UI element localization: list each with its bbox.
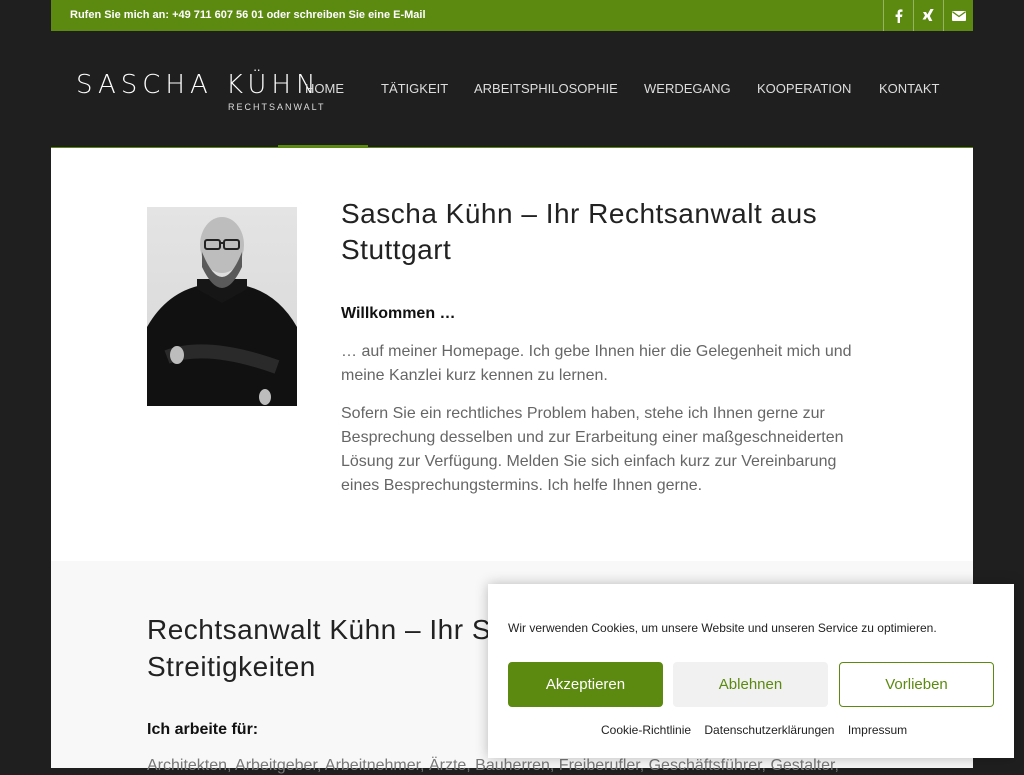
intro-paragraph-1: … auf meiner Homepage. Ich gebe Ihnen hi… [341, 343, 852, 384]
cookie-message: Wir verwenden Cookies, um unsere Website… [508, 621, 937, 635]
site-logo[interactable]: SASCHA KÜHN RECHTSANWALT [76, 70, 324, 112]
site-header: SASCHA KÜHN RECHTSANWALT HOME TÄTIGKEIT … [51, 31, 973, 148]
page-title: Sascha Kühn – Ihr Rechtsanwalt aus Stutt… [341, 198, 818, 265]
social-links [883, 0, 973, 31]
cookie-policy-link[interactable]: Cookie-Richtlinie [601, 723, 691, 737]
nav-item-werdegang[interactable]: WERDEGANG [644, 81, 731, 96]
facebook-icon[interactable] [883, 0, 913, 31]
xing-icon[interactable] [913, 0, 943, 31]
imprint-link[interactable]: Impressum [848, 723, 907, 737]
nav-item-kooperation[interactable]: KOOPERATION [757, 81, 851, 96]
deny-cookies-button[interactable]: Ablehnen [673, 662, 828, 707]
welcome-heading: Willkommen … [341, 305, 456, 322]
logo-subtitle: RECHTSANWALT [228, 102, 326, 112]
cookie-links: Cookie-Richtlinie Datenschutzerklärungen… [601, 723, 917, 737]
logo-name: SASCHA KÜHN [76, 70, 321, 100]
nav-item-arbeitsphilosophie[interactable]: ARBEITSPHILOSOPHIE [474, 81, 618, 96]
mail-icon[interactable] [943, 0, 973, 31]
contact-info[interactable]: Rufen Sie mich an: +49 711 607 56 01 ode… [70, 9, 426, 21]
nav-item-kontakt[interactable]: KONTAKT [879, 81, 939, 96]
nav-item-home[interactable]: HOME [305, 81, 344, 96]
cookie-banner: Wir verwenden Cookies, um unsere Website… [488, 584, 1014, 758]
top-bar: Rufen Sie mich an: +49 711 607 56 01 ode… [51, 0, 973, 31]
intro-section: Sascha Kühn – Ihr Rechtsanwalt aus Stutt… [51, 148, 973, 561]
accept-cookies-button[interactable]: Akzeptieren [508, 662, 663, 707]
privacy-policy-link[interactable]: Datenschutzerklärungen [704, 723, 834, 737]
clients-heading: Ich arbeite für: [147, 721, 259, 738]
nav-item-taetigkeit[interactable]: TÄTIGKEIT [381, 81, 448, 96]
intro-paragraph-2: Sofern Sie ein rechtliches Problem haben… [341, 405, 844, 494]
clients-list: Architekten, Arbeitgeber, Arbeitnehmer, … [147, 757, 839, 774]
portrait-photo [147, 207, 297, 406]
cookie-preferences-button[interactable]: Vorlieben [839, 662, 994, 707]
